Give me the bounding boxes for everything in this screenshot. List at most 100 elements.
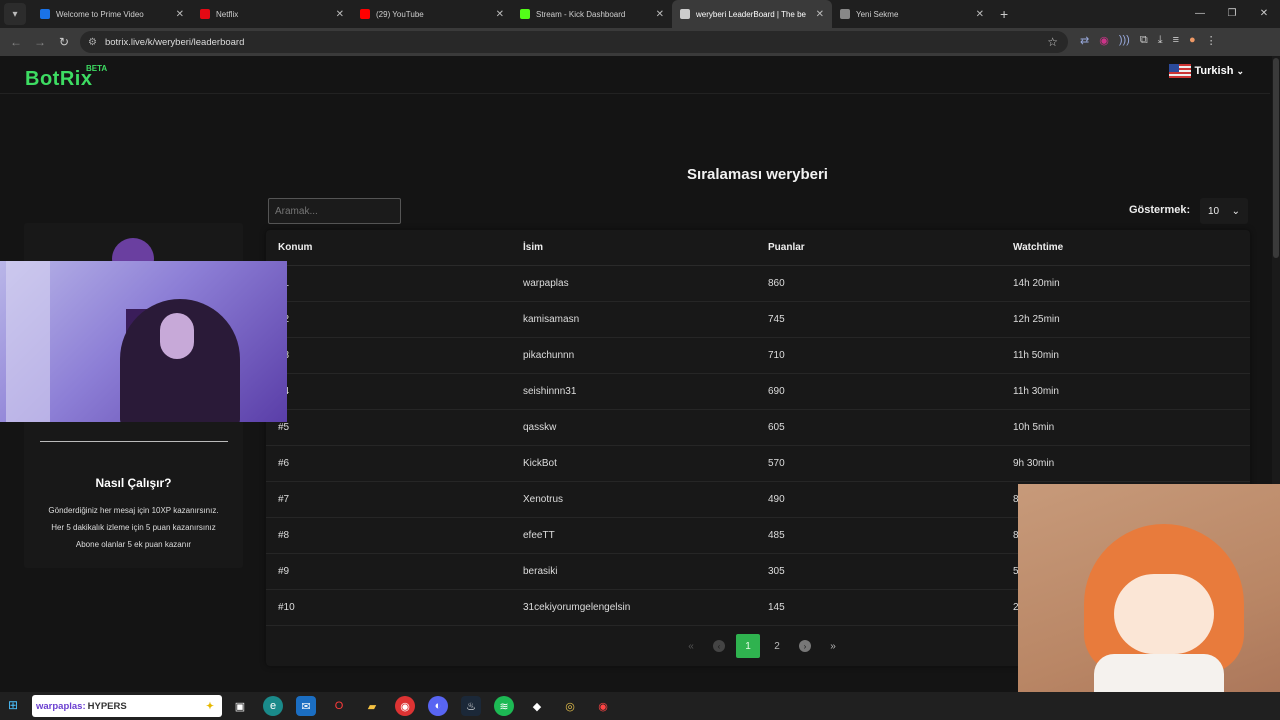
tab-search-icon[interactable]: ▾	[4, 3, 26, 25]
cell-watchtime: 11h 30min	[1013, 386, 1059, 397]
first-page-icon[interactable]: «	[680, 635, 702, 657]
audio-extension-icon[interactable]: )))	[1119, 34, 1130, 47]
app-icon-1[interactable]: ◆	[527, 696, 547, 716]
sparkle-icon: ✦	[206, 700, 214, 712]
botrix-icon	[680, 9, 690, 19]
cell-points: 690	[768, 386, 785, 397]
column-header-points[interactable]: Puanlar	[768, 230, 805, 266]
cell-points: 570	[768, 458, 785, 469]
reload-icon[interactable]: ↻	[52, 35, 76, 49]
browser-tab[interactable]: Welcome to Prime Video ✕	[32, 0, 192, 28]
taskbar-icons: ▣ e ✉ O ▰ ◉ ◐ ♨ ≋ ◆ ◎ ◉	[230, 696, 613, 716]
task-view-icon[interactable]: ▣	[230, 696, 250, 716]
cell-name: pikachunnn	[523, 350, 575, 361]
table-row: #5 qasskw 605 10h 5min	[266, 410, 1250, 446]
cell-points: 485	[768, 530, 785, 541]
omnibox[interactable]: ⚙ botrix.live/k/weryberi/leaderboard ☆	[80, 31, 1068, 53]
scrollbar-thumb[interactable]	[1273, 58, 1279, 258]
back-icon[interactable]: ←	[4, 35, 28, 49]
file-explorer-icon[interactable]: ▰	[362, 696, 382, 716]
media-queue-icon[interactable]: ≡	[1173, 34, 1179, 47]
page-button-next[interactable]: 2	[766, 635, 788, 657]
bookmark-star-icon[interactable]: ☆	[1047, 35, 1058, 49]
discord-icon[interactable]: ◐	[428, 696, 448, 716]
profile-avatar-icon[interactable]: ●	[1189, 34, 1196, 47]
close-tab-icon[interactable]: ✕	[976, 9, 984, 20]
browser-tab[interactable]: (29) YouTube ✕	[352, 0, 512, 28]
close-tab-icon[interactable]: ✕	[496, 9, 504, 20]
chrome-icon[interactable]: ◉	[395, 696, 415, 716]
tab-title: Netflix	[216, 9, 239, 19]
translate-extension-icon[interactable]: ⇄	[1080, 34, 1089, 47]
browser-tab[interactable]: Yeni Sekme ✕	[832, 0, 992, 28]
close-tab-icon[interactable]: ✕	[816, 9, 824, 20]
table-row: #4seishinnn3169011h 30min	[266, 374, 1250, 410]
table-row: #1warpaplas86014h 20min	[266, 266, 1250, 302]
search-input[interactable]	[268, 198, 401, 224]
column-header-watchtime[interactable]: Watchtime	[1013, 230, 1063, 266]
browser-menu-icon[interactable]: ⋮	[1206, 34, 1217, 47]
cell-points: 145	[768, 602, 785, 613]
browser-tab[interactable]: Stream - Kick Dashboard ✕	[512, 0, 672, 28]
netflix-icon	[200, 9, 210, 19]
restore-icon[interactable]: ❐	[1216, 0, 1248, 28]
next-page-icon[interactable]: ›	[794, 635, 816, 657]
browser-tab[interactable]: weryberi LeaderBoard | The be ✕	[672, 0, 832, 28]
anime-character-overlay	[1018, 484, 1280, 720]
cell-points: 860	[768, 278, 785, 289]
window-controls: — ❐ ✕	[1184, 0, 1280, 28]
browser-tab[interactable]: Netflix ✕	[192, 0, 352, 28]
table-header: Konum İsim Puanlar Watchtime	[266, 230, 1250, 266]
opera-icon[interactable]: O	[329, 696, 349, 716]
chat-username: warpaplas:	[36, 700, 86, 712]
show-label: Göstermek:	[1129, 204, 1191, 216]
close-window-icon[interactable]: ✕	[1248, 0, 1280, 28]
edge-icon[interactable]: e	[263, 696, 283, 716]
last-page-icon[interactable]: »	[822, 635, 844, 657]
spotify-icon[interactable]: ≋	[494, 696, 514, 716]
cell-points: 490	[768, 494, 785, 505]
steam-icon[interactable]: ♨	[461, 696, 481, 716]
minimize-icon[interactable]: —	[1184, 0, 1216, 28]
app-icon-2[interactable]: ◎	[560, 696, 580, 716]
page-size-select[interactable]: 10 ⌄	[1200, 198, 1248, 224]
webcam-overlay	[0, 261, 287, 422]
cell-name: efeeTT	[523, 530, 555, 541]
tab-title: (29) YouTube	[376, 9, 424, 19]
webcam-face	[160, 313, 194, 359]
close-tab-icon[interactable]: ✕	[336, 9, 344, 20]
page-button-current[interactable]: 1	[736, 634, 760, 658]
puzzle-extensions-icon[interactable]: ⧉	[1140, 34, 1148, 47]
browser-tab-bar: ▾ Welcome to Prime Video ✕ Netflix ✕ (29) Yo…	[0, 0, 1280, 28]
taskbar-search[interactable]: warpaplas: HYPERS ✦	[32, 695, 222, 717]
close-tab-icon[interactable]: ✕	[176, 9, 184, 20]
language-selector[interactable]: Turkish ⌄	[1168, 64, 1244, 78]
botrix-logo[interactable]: BotRix	[25, 68, 92, 91]
cell-name: kamisamasn	[523, 314, 580, 325]
anime-face	[1114, 574, 1214, 654]
cell-watchtime: 12h 25min	[1013, 314, 1060, 325]
pagination: « ‹ 1 2 › »	[680, 634, 844, 658]
kick-icon	[520, 9, 530, 19]
mail-icon[interactable]: ✉	[296, 696, 316, 716]
forward-icon[interactable]: →	[28, 35, 52, 49]
windows-start-icon[interactable]: ⊞	[8, 698, 18, 712]
cell-points: 605	[768, 422, 785, 433]
column-header-name[interactable]: İsim	[523, 230, 543, 266]
close-tab-icon[interactable]: ✕	[656, 9, 664, 20]
table-row: #3pikachunnn71011h 50min	[266, 338, 1250, 374]
url-text[interactable]: botrix.live/k/weryberi/leaderboard	[105, 37, 244, 48]
new-tab-icon[interactable]: +	[1000, 6, 1008, 22]
cell-name: qasskw	[523, 422, 557, 433]
app-icon-3[interactable]: ◉	[593, 696, 613, 716]
tab-title: weryberi LeaderBoard | The be	[696, 9, 806, 19]
table-row: #6 KickBot 570 9h 30min	[266, 446, 1250, 482]
download-icon[interactable]: ⤓	[1158, 34, 1163, 47]
prime-video-icon	[40, 9, 50, 19]
site-info-icon[interactable]: ⚙	[88, 37, 97, 48]
twitch-extension-icon[interactable]: ◉	[1099, 34, 1109, 47]
prev-page-icon[interactable]: ‹	[708, 635, 730, 657]
cell-points: 305	[768, 566, 785, 577]
cell-name: KickBot	[523, 458, 557, 469]
beta-badge: BETA	[86, 64, 108, 73]
